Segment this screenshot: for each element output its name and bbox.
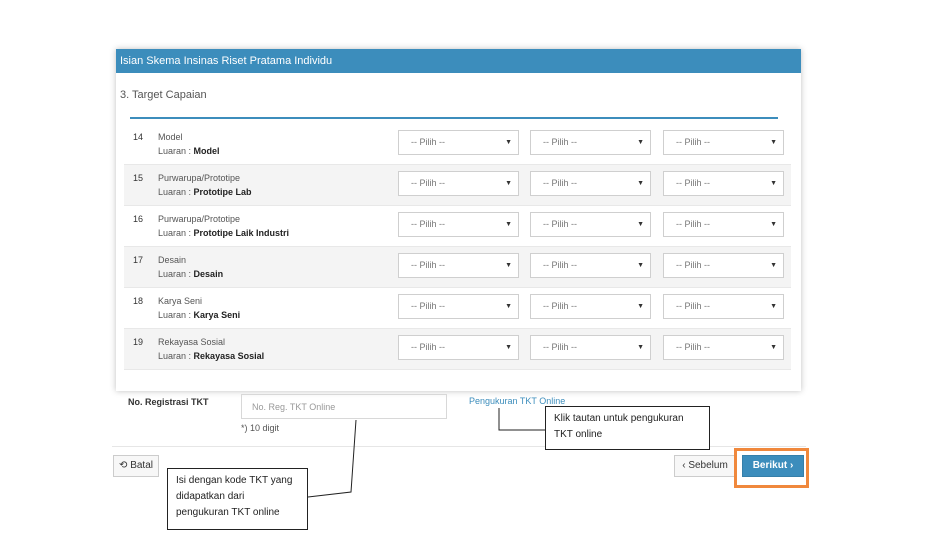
input-callout-leader [307, 419, 357, 498]
link-callout: Klik tautan untuk pengukuran TKT online [545, 406, 710, 450]
input-callout: Isi dengan kode TKT yang didapatkan dari… [167, 468, 308, 530]
link-callout-leader [498, 408, 545, 431]
callout-leader-lines [307, 408, 545, 498]
